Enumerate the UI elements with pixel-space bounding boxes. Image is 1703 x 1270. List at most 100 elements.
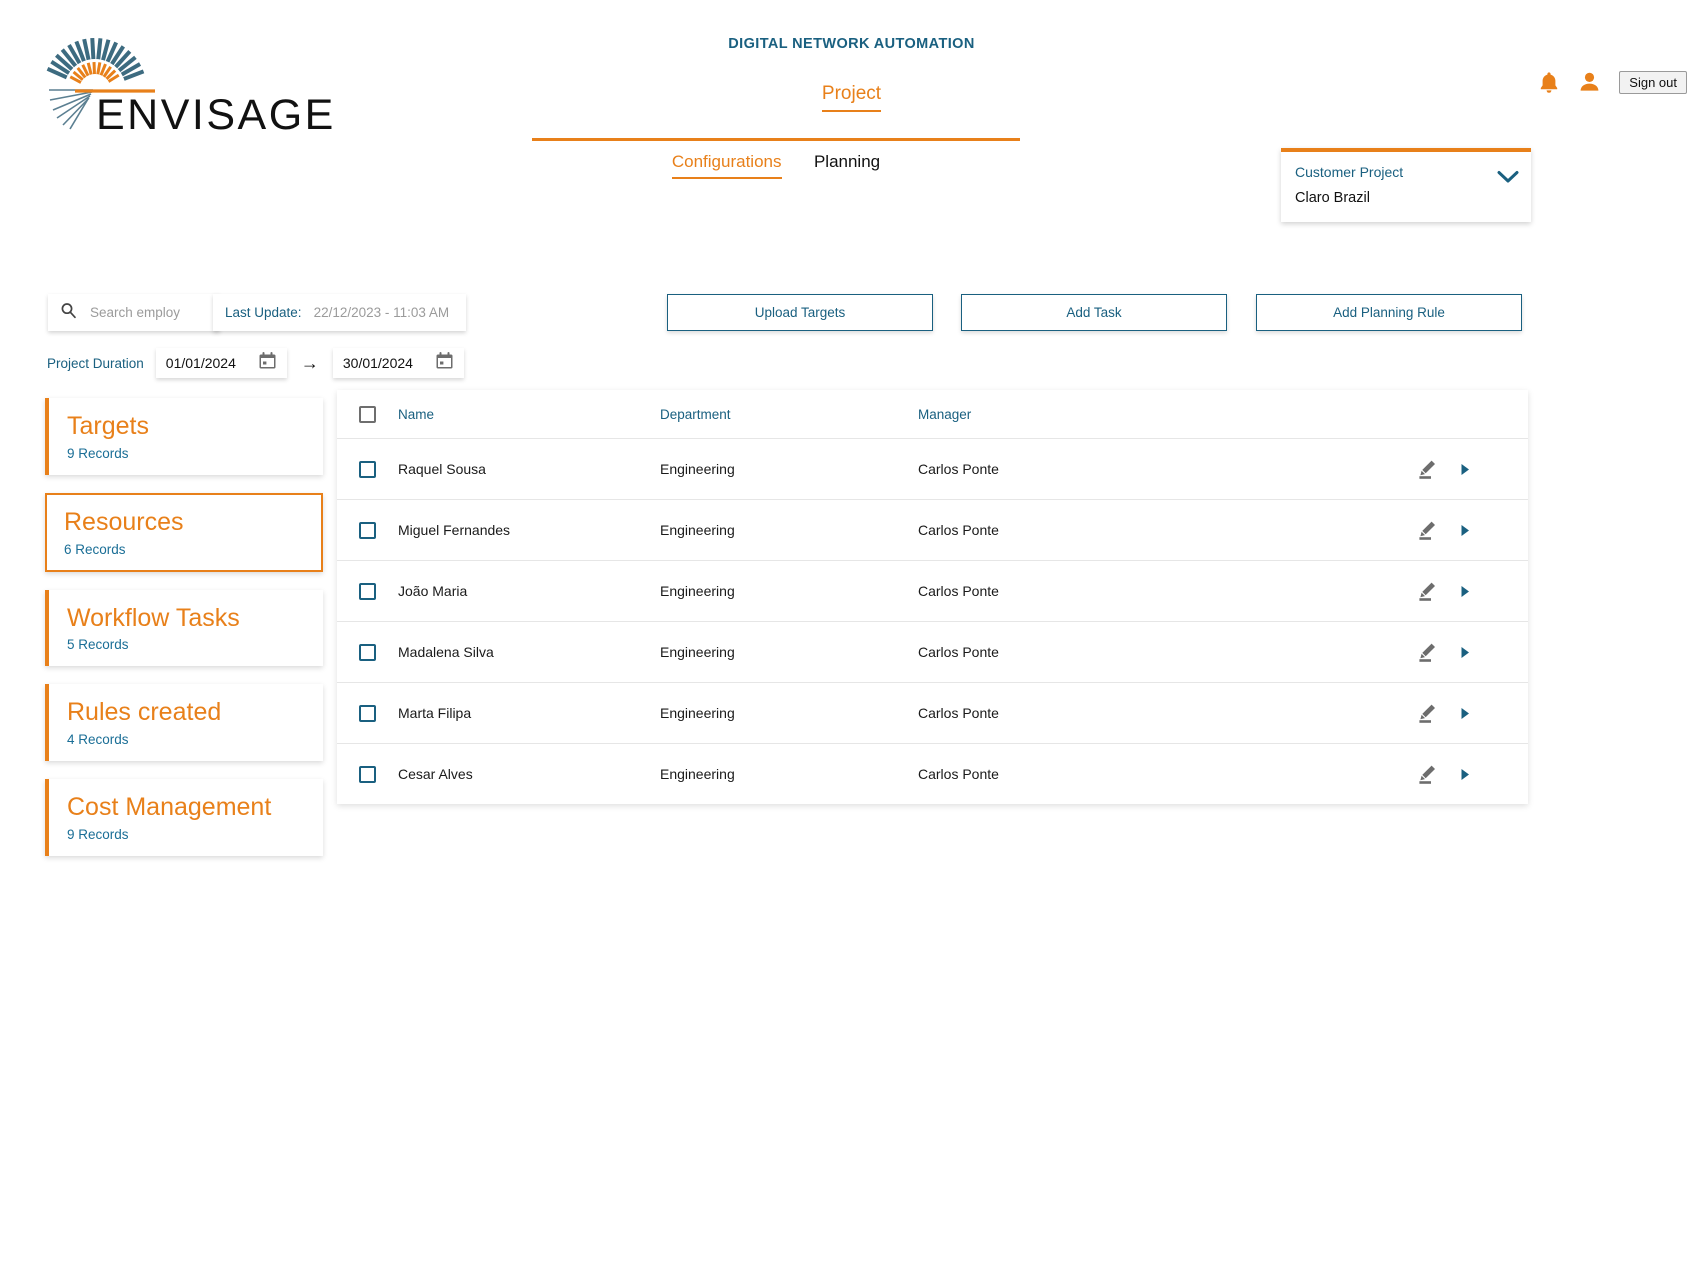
end-date-field[interactable]: 30/01/2024 <box>333 348 464 378</box>
edit-pencil-icon[interactable] <box>1416 641 1438 663</box>
row-checkbox[interactable] <box>359 461 376 478</box>
project-link[interactable]: Project <box>822 83 881 112</box>
cell-manager: Carlos Ponte <box>918 644 1378 660</box>
edit-pencil-icon[interactable] <box>1416 519 1438 541</box>
sidebar-item-records: 9 Records <box>67 446 305 461</box>
table-row[interactable]: Madalena SilvaEngineeringCarlos Ponte <box>337 621 1528 682</box>
project-link-container: Project <box>0 83 1703 112</box>
column-header-manager[interactable]: Manager <box>918 407 1378 422</box>
tab-bar: Configurations Planning <box>532 152 1020 179</box>
sidebar-item-title: Workflow Tasks <box>67 604 305 633</box>
table-row[interactable]: Raquel SousaEngineeringCarlos Ponte <box>337 438 1528 499</box>
tab-planning[interactable]: Planning <box>814 152 880 177</box>
sidebar-item-targets[interactable]: Targets 9 Records <box>45 398 323 475</box>
edit-pencil-icon[interactable] <box>1416 702 1438 724</box>
cell-name: Miguel Fernandes <box>398 522 660 538</box>
row-actions <box>1378 580 1528 602</box>
cell-name: Cesar Alves <box>398 766 660 782</box>
date-range-arrow: → <box>301 354 319 372</box>
row-select-cell <box>337 583 398 600</box>
customer-project-value: Claro Brazil <box>1295 190 1517 206</box>
edit-pencil-icon[interactable] <box>1416 458 1438 480</box>
sidebar-item-rules-created[interactable]: Rules created 4 Records <box>45 684 323 761</box>
tab-configurations[interactable]: Configurations <box>672 152 782 179</box>
bell-icon[interactable] <box>1538 70 1560 94</box>
add-planning-rule-button[interactable]: Add Planning Rule <box>1256 294 1522 331</box>
sidebar-item-title: Rules created <box>67 698 305 727</box>
sidebar-item-resources[interactable]: Resources 6 Records <box>45 493 323 572</box>
table-row[interactable]: Cesar AlvesEngineeringCarlos Ponte <box>337 743 1528 804</box>
cell-department: Engineering <box>660 766 918 782</box>
column-header-name[interactable]: Name <box>398 407 660 422</box>
sidebar-item-title: Targets <box>67 412 305 441</box>
column-header-department[interactable]: Department <box>660 407 918 422</box>
row-actions <box>1378 702 1528 724</box>
sidebar-item-cost-management[interactable]: Cost Management 9 Records <box>45 779 323 856</box>
row-select-cell <box>337 461 398 478</box>
expand-arrow-icon[interactable] <box>1460 524 1471 537</box>
project-duration-row: Project Duration 01/01/2024 → 30/01/2024 <box>47 348 464 378</box>
sidebar-item-title: Cost Management <box>67 793 305 822</box>
start-date-field[interactable]: 01/01/2024 <box>156 348 287 378</box>
expand-arrow-icon[interactable] <box>1460 768 1471 781</box>
header-divider <box>532 138 1020 141</box>
sidebar-item-title: Resources <box>64 508 304 537</box>
edit-pencil-icon[interactable] <box>1416 763 1438 785</box>
row-select-cell <box>337 522 398 539</box>
sidebar-item-workflow-tasks[interactable]: Workflow Tasks 5 Records <box>45 590 323 667</box>
start-date-value: 01/01/2024 <box>166 355 236 371</box>
search-input[interactable] <box>88 304 198 321</box>
row-actions <box>1378 763 1528 785</box>
customer-project-selector[interactable]: Customer Project Claro Brazil <box>1281 148 1531 222</box>
calendar-icon[interactable] <box>435 351 454 375</box>
edit-pencil-icon[interactable] <box>1416 580 1438 602</box>
last-update-label: Last Update: <box>225 305 302 320</box>
end-date-value: 30/01/2024 <box>343 355 413 371</box>
row-select-cell <box>337 766 398 783</box>
row-select-cell <box>337 644 398 661</box>
select-all-checkbox[interactable] <box>359 406 376 423</box>
cell-name: Madalena Silva <box>398 644 660 660</box>
user-icon[interactable] <box>1578 70 1601 94</box>
category-sidebar: Targets 9 Records Resources 6 Records Wo… <box>45 398 323 874</box>
expand-arrow-icon[interactable] <box>1460 646 1471 659</box>
select-all-cell <box>337 406 398 423</box>
row-checkbox[interactable] <box>359 766 376 783</box>
add-task-button[interactable]: Add Task <box>961 294 1227 331</box>
expand-arrow-icon[interactable] <box>1460 463 1471 476</box>
cell-name: Marta Filipa <box>398 705 660 721</box>
cell-manager: Carlos Ponte <box>918 461 1378 477</box>
resources-table: Name Department Manager Raquel SousaEngi… <box>337 390 1528 804</box>
chevron-down-icon[interactable] <box>1497 170 1519 189</box>
cell-manager: Carlos Ponte <box>918 522 1378 538</box>
row-checkbox[interactable] <box>359 705 376 722</box>
row-actions <box>1378 519 1528 541</box>
calendar-icon[interactable] <box>258 351 277 375</box>
cell-department: Engineering <box>660 644 918 660</box>
search-container[interactable] <box>48 294 220 331</box>
sidebar-item-records: 4 Records <box>67 732 305 747</box>
cell-name: João Maria <box>398 583 660 599</box>
row-select-cell <box>337 705 398 722</box>
expand-arrow-icon[interactable] <box>1460 585 1471 598</box>
row-checkbox[interactable] <box>359 644 376 661</box>
cell-department: Engineering <box>660 461 918 477</box>
upload-targets-button[interactable]: Upload Targets <box>667 294 933 331</box>
expand-arrow-icon[interactable] <box>1460 707 1471 720</box>
sign-out-button[interactable]: Sign out <box>1619 71 1687 94</box>
row-checkbox[interactable] <box>359 583 376 600</box>
table-header-row: Name Department Manager <box>337 390 1528 438</box>
table-row[interactable]: Miguel FernandesEngineeringCarlos Ponte <box>337 499 1528 560</box>
last-update-container: Last Update: 22/12/2023 - 11:03 AM <box>213 294 466 331</box>
cell-manager: Carlos Ponte <box>918 583 1378 599</box>
cell-department: Engineering <box>660 583 918 599</box>
row-actions <box>1378 641 1528 663</box>
table-row[interactable]: João MariaEngineeringCarlos Ponte <box>337 560 1528 621</box>
row-checkbox[interactable] <box>359 522 376 539</box>
table-row[interactable]: Marta FilipaEngineeringCarlos Ponte <box>337 682 1528 743</box>
app-title: DIGITAL NETWORK AUTOMATION <box>0 36 1703 52</box>
sidebar-item-records: 5 Records <box>67 637 305 652</box>
cell-manager: Carlos Ponte <box>918 766 1378 782</box>
project-duration-label: Project Duration <box>47 356 144 371</box>
cell-manager: Carlos Ponte <box>918 705 1378 721</box>
